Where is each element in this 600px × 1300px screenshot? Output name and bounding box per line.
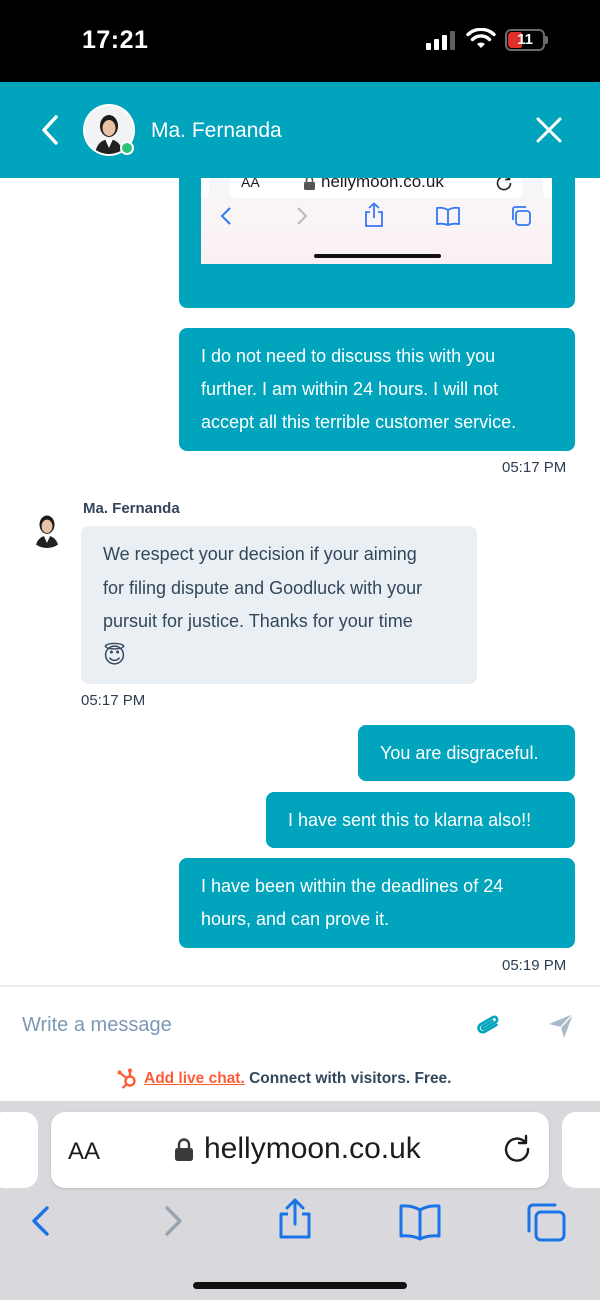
- tabs-icon[interactable]: [524, 1201, 568, 1245]
- agent-name: Ma. Fernanda: [151, 119, 282, 142]
- send-icon[interactable]: [546, 1011, 576, 1041]
- previous-tab-preview[interactable]: [0, 1112, 38, 1188]
- visitor-message: I do not need to discuss this with you f…: [179, 328, 575, 451]
- hubspot-logo-icon: [117, 1068, 136, 1089]
- battery-level: 11: [517, 31, 533, 48]
- attached-screenshot: AA hellymoon.co.uk: [201, 178, 552, 264]
- share-icon: [365, 202, 383, 227]
- image-message[interactable]: AA hellymoon.co.uk: [179, 178, 575, 308]
- bookmarks-icon: [436, 206, 460, 226]
- address-bar[interactable]: AA hellymoon.co.uk: [51, 1112, 549, 1188]
- page-settings-button[interactable]: AA: [68, 1138, 100, 1166]
- attachment-icon[interactable]: [474, 1011, 504, 1041]
- agent-sender-name: Ma. Fernanda: [83, 500, 180, 517]
- close-icon[interactable]: [535, 116, 563, 144]
- message-timestamp: 05:17 PM: [81, 692, 146, 709]
- share-icon[interactable]: [273, 1197, 317, 1241]
- wifi-icon: [466, 28, 496, 48]
- visitor-message: I have sent this to klarna also!!: [266, 792, 575, 848]
- message-timestamp: 05:19 PM: [502, 957, 567, 974]
- promo-text: Connect with visitors. Free.: [244, 1070, 452, 1088]
- agent-avatar-header: [83, 104, 135, 156]
- online-status-dot: [120, 141, 134, 155]
- next-tab-preview[interactable]: [562, 1112, 600, 1188]
- browser-toolbar: AA hellymoon.co.uk: [0, 1101, 600, 1300]
- screenshot-url-bar: AA hellymoon.co.uk: [229, 178, 523, 198]
- hubspot-promo: Add live chat. Connect with visitors. Fr…: [116, 1067, 452, 1091]
- reload-icon[interactable]: [502, 1134, 532, 1164]
- lock-icon: [175, 1138, 193, 1161]
- status-time: 17:21: [82, 26, 149, 54]
- lock-icon: [304, 178, 315, 190]
- forward-icon[interactable]: [150, 1201, 194, 1245]
- cellular-signal-icon: [426, 30, 458, 50]
- back-arrow-icon: [220, 207, 231, 225]
- bookmarks-icon[interactable]: [398, 1201, 442, 1245]
- agent-avatar: [27, 508, 67, 548]
- message-timestamp: 05:17 PM: [502, 459, 567, 476]
- visitor-message: I have been within the deadlines of 24 h…: [179, 858, 575, 948]
- chat-header: Ma. Fernanda: [0, 82, 600, 178]
- status-bar: 17:21 11: [0, 0, 600, 82]
- battery-icon: 11: [505, 29, 545, 51]
- visitor-message: You are disgraceful.: [358, 725, 575, 781]
- back-button[interactable]: [36, 112, 66, 148]
- reload-icon: [496, 178, 512, 191]
- tabs-icon: [512, 206, 531, 226]
- forward-arrow-icon: [297, 207, 308, 225]
- back-icon[interactable]: [20, 1201, 64, 1245]
- home-indicator: [193, 1282, 407, 1289]
- message-composer: Write a message Add live chat. Connect w…: [0, 985, 600, 1101]
- agent-message: We respect your decision if your aiming …: [81, 526, 477, 684]
- message-input[interactable]: Write a message: [22, 1014, 172, 1037]
- message-list[interactable]: AA hellymoon.co.uk I do not need to disc…: [0, 178, 600, 985]
- url-domain: hellymoon.co.uk: [204, 1132, 421, 1165]
- add-live-chat-link[interactable]: Add live chat.: [144, 1070, 245, 1087]
- emoji: 😇: [103, 642, 126, 668]
